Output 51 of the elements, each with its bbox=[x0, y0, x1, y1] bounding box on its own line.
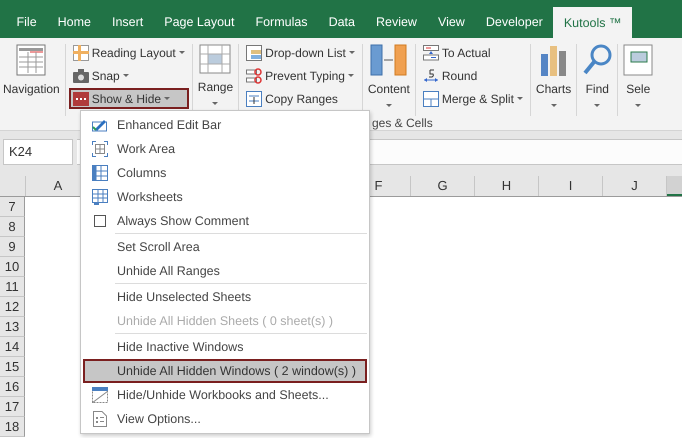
name-box[interactable]: K24 bbox=[3, 139, 73, 165]
group-label: ges & Cells bbox=[372, 116, 433, 130]
ribbon-button[interactable]: Content bbox=[364, 42, 413, 116]
row-header[interactable]: 13 bbox=[0, 317, 25, 337]
ribbon-button[interactable]: Prevent Typing bbox=[242, 65, 359, 86]
ribbon-tab[interactable]: Page Layout bbox=[154, 7, 245, 37]
row-header[interactable]: 14 bbox=[0, 337, 25, 357]
menu-item[interactable]: Hide Unselected Sheets bbox=[83, 285, 367, 309]
row-header[interactable]: 12 bbox=[0, 297, 25, 317]
ribbon-tab[interactable]: Insert bbox=[102, 7, 154, 37]
ribbon-button[interactable]: Sele bbox=[620, 42, 656, 116]
menu-item[interactable]: View Options... bbox=[83, 407, 367, 431]
ribbon-button[interactable]: Round bbox=[418, 65, 527, 86]
row-header[interactable]: 11 bbox=[0, 277, 25, 297]
ribbon-tab[interactable]: Developer bbox=[475, 7, 554, 37]
ribbon-tab[interactable]: Review bbox=[365, 7, 428, 37]
ribbon-button[interactable]: Find bbox=[579, 42, 616, 116]
row-header[interactable]: 17 bbox=[0, 397, 25, 417]
menu-item[interactable]: Always Show Comment bbox=[83, 209, 367, 233]
menu-item[interactable]: Enhanced Edit Bar bbox=[83, 113, 367, 137]
menu-item[interactable]: Hide Inactive Windows bbox=[83, 335, 367, 359]
row-header[interactable]: 9 bbox=[0, 237, 25, 257]
ribbon-tab[interactable]: Home bbox=[47, 7, 102, 37]
row-header[interactable]: 7 bbox=[0, 197, 25, 217]
ribbon-button[interactable]: Copy Ranges bbox=[242, 88, 359, 109]
menu-item[interactable]: Unhide All Hidden Windows ( 2 window(s) ) bbox=[83, 359, 367, 383]
ribbon-tab[interactable]: File bbox=[6, 7, 48, 37]
ribbon-button[interactable]: Navigation bbox=[0, 42, 63, 116]
menu-item[interactable]: Hide/Unhide Workbooks and Sheets... bbox=[83, 383, 367, 407]
column-header[interactable]: I bbox=[539, 176, 603, 196]
ribbon-tab[interactable]: View bbox=[427, 7, 476, 37]
row-header[interactable]: 18 bbox=[0, 417, 25, 437]
row-header[interactable]: 16 bbox=[0, 377, 25, 397]
ribbon-button[interactable]: Show & Hide bbox=[68, 88, 189, 109]
ribbon-tab[interactable]: Formulas bbox=[244, 7, 318, 37]
row-header[interactable]: 8 bbox=[0, 217, 25, 237]
ribbon-tab[interactable]: Data bbox=[318, 7, 366, 37]
row-header[interactable]: 10 bbox=[0, 257, 25, 277]
column-header[interactable]: H bbox=[475, 176, 539, 196]
ribbon-button[interactable]: Merge & Split bbox=[418, 88, 527, 109]
ribbon-button[interactable]: Snap bbox=[68, 65, 189, 86]
menu-item[interactable]: Set Scroll Area bbox=[83, 235, 367, 259]
ribbon-button[interactable]: To Actual bbox=[418, 42, 527, 63]
menu-item[interactable]: Unhide All Ranges bbox=[83, 259, 367, 283]
ribbon-button[interactable]: Charts bbox=[532, 42, 574, 116]
menu-item[interactable]: Work Area bbox=[83, 137, 367, 161]
ribbon-button[interactable]: Drop-down List bbox=[242, 42, 359, 63]
column-header[interactable]: G bbox=[411, 176, 475, 196]
ribbon-button[interactable]: Reading Layout bbox=[68, 42, 189, 63]
ribbon-tab[interactable]: Kutools ™ bbox=[553, 7, 632, 38]
row-header[interactable]: 15 bbox=[0, 357, 25, 377]
